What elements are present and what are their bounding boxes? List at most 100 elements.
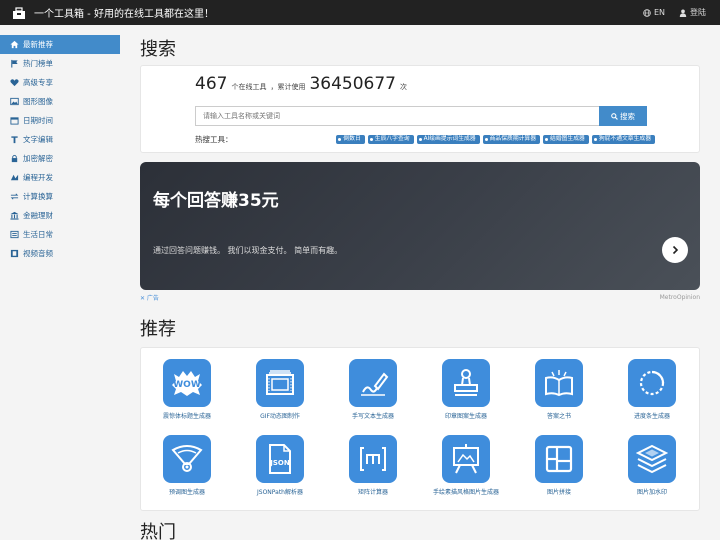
- search-panel: 467 个在线工具 ，累计使用 36450677 次 搜索 热搜工具： 倒数日生…: [140, 65, 700, 153]
- ad-banner[interactable]: 每个回答赚35元 通过回答问题赚钱。 我们以现金支付。 简单而有趣。: [140, 162, 700, 290]
- hot-tag[interactable]: 商品保质期计算器: [482, 135, 541, 144]
- login-link[interactable]: 登陆: [679, 7, 706, 18]
- sidebar-item-label: 计算换算: [23, 192, 53, 201]
- ad-footer: ✕ 广告 MetroOpinion: [140, 291, 700, 303]
- tool-count: 467: [195, 74, 228, 94]
- sidebar-item-label: 最新推荐: [23, 40, 53, 49]
- book-icon[interactable]: [535, 359, 583, 407]
- sidebar-item-label: 加密解密: [23, 154, 53, 163]
- film-frame-icon[interactable]: [256, 359, 304, 407]
- sidebar: 最新推荐热门榜单高级专享图形图像日期时间文字编辑加密解密编程开发计算换算金融理财…: [0, 35, 120, 263]
- ad-arrow-button[interactable]: [662, 237, 688, 263]
- tool-card[interactable]: 手写文本生成器: [327, 359, 419, 420]
- tool-label[interactable]: 预调图生成器: [141, 487, 233, 496]
- sidebar-item-9[interactable]: 计算换算: [0, 187, 120, 206]
- tool-label[interactable]: 印章图案生成器: [420, 411, 512, 420]
- tool-card[interactable]: 矩阵计算器: [327, 435, 419, 496]
- heart-icon: [10, 78, 19, 87]
- text-icon: [10, 135, 19, 144]
- search-button-label: 搜索: [620, 111, 635, 121]
- hot-search-tags: 倒数日 生辰八字查询 AI绘画提示词生成器 商品保质期计算器 结婚图生成器 狗屁不通文章生…: [333, 135, 655, 144]
- tool-card[interactable]: 手绘素描风格图片生成器: [420, 435, 512, 496]
- language-label: EN: [653, 8, 665, 17]
- handwriting-icon[interactable]: [349, 359, 397, 407]
- sidebar-item-4[interactable]: 图形图像: [0, 92, 120, 111]
- sidebar-item-label: 生活日常: [23, 230, 53, 239]
- matrix-icon[interactable]: [349, 435, 397, 483]
- tool-label[interactable]: 图片加水印: [606, 487, 698, 496]
- progress-ring-icon[interactable]: [628, 359, 676, 407]
- tool-card[interactable]: JSON JSONPath解析器: [234, 435, 326, 496]
- sidebar-item-2[interactable]: 热门榜单: [0, 54, 120, 73]
- stamp-icon[interactable]: [442, 359, 490, 407]
- hot-tag[interactable]: 倒数日: [336, 135, 365, 144]
- tool-label[interactable]: 手写文本生成器: [327, 411, 419, 420]
- recommend-section-title: 推荐: [140, 319, 176, 340]
- tool-card[interactable]: WOW 震惊体标题生成器: [141, 359, 233, 420]
- hot-tag[interactable]: 狗屁不通文章生成器: [591, 135, 655, 144]
- sidebar-item-3[interactable]: 高级专享: [0, 73, 120, 92]
- tool-card[interactable]: 预调图生成器: [141, 435, 233, 496]
- json-file-icon[interactable]: JSON: [256, 435, 304, 483]
- tool-label[interactable]: GIF动态图制作: [234, 411, 326, 420]
- tool-label[interactable]: 进度条生成器: [606, 411, 698, 420]
- sidebar-item-1[interactable]: 最新推荐: [0, 35, 120, 54]
- sidebar-item-label: 金融理财: [23, 211, 53, 220]
- ad-brand[interactable]: MetroOpinion: [660, 294, 700, 301]
- hot-tag[interactable]: 结婚图生成器: [543, 135, 589, 144]
- code-icon: [10, 173, 19, 182]
- search-button[interactable]: 搜索: [599, 106, 647, 126]
- tool-card[interactable]: 图片加水印: [606, 435, 698, 496]
- language-link[interactable]: EN: [643, 8, 665, 17]
- user-icon: [679, 9, 687, 17]
- sidebar-item-6[interactable]: 文字编辑: [0, 130, 120, 149]
- site-title[interactable]: 一个工具箱 - 好用的在线工具都在这里！: [34, 5, 214, 20]
- fan-icon[interactable]: [163, 435, 211, 483]
- list-icon: [10, 230, 19, 239]
- usage-suffix: 次: [399, 83, 407, 91]
- sidebar-item-10[interactable]: 金融理财: [0, 206, 120, 225]
- sidebar-item-12[interactable]: 视频音频: [0, 244, 120, 263]
- svg-text:JSON: JSON: [269, 459, 290, 467]
- search-input[interactable]: [195, 106, 599, 126]
- grid-icon[interactable]: [535, 435, 583, 483]
- ad-choice-label[interactable]: ✕ 广告: [140, 293, 159, 302]
- sidebar-item-7[interactable]: 加密解密: [0, 149, 120, 168]
- easel-icon[interactable]: [442, 435, 490, 483]
- lock-icon: [10, 154, 19, 163]
- tool-label[interactable]: 答案之书: [513, 411, 605, 420]
- layers-icon[interactable]: [628, 435, 676, 483]
- sidebar-item-label: 图形图像: [23, 97, 53, 106]
- sidebar-item-label: 高级专享: [23, 78, 53, 87]
- sidebar-item-11[interactable]: 生活日常: [0, 225, 120, 244]
- tool-label[interactable]: JSONPath解析器: [234, 487, 326, 496]
- sidebar-item-label: 文字编辑: [23, 135, 53, 144]
- tool-card[interactable]: 答案之书: [513, 359, 605, 420]
- tool-card[interactable]: GIF动态图制作: [234, 359, 326, 420]
- tool-label[interactable]: 手绘素描风格图片生成器: [420, 487, 512, 496]
- main-content: 搜索 467 个在线工具 ，累计使用 36450677 次 搜索 热搜工具： 倒…: [140, 36, 700, 511]
- tool-card[interactable]: 印章图案生成器: [420, 359, 512, 420]
- home-icon: [10, 40, 19, 49]
- usage-count: 36450677: [309, 74, 396, 94]
- image-icon: [10, 97, 19, 106]
- wow-icon[interactable]: WOW: [163, 359, 211, 407]
- ad-title: 每个回答赚35元: [153, 191, 279, 211]
- chevron-right-icon: [672, 245, 679, 255]
- top-navbar: 一个工具箱 - 好用的在线工具都在这里！ EN 登陆: [0, 0, 720, 25]
- sidebar-item-5[interactable]: 日期时间: [0, 111, 120, 130]
- tool-card[interactable]: 图片拼接: [513, 435, 605, 496]
- hot-tag[interactable]: AI绘画提示词生成器: [416, 135, 480, 144]
- sidebar-item-8[interactable]: 编程开发: [0, 168, 120, 187]
- flag-icon: [10, 59, 19, 68]
- hot-tag[interactable]: 生辰八字查询: [367, 135, 414, 144]
- tool-label[interactable]: 矩阵计算器: [327, 487, 419, 496]
- sidebar-item-label: 视频音频: [23, 249, 53, 258]
- ad-subtitle: 通过回答问题赚钱。 我们以现金支付。 简单而有趣。: [153, 246, 343, 255]
- hot-search-label: 热搜工具：: [195, 135, 233, 144]
- tool-label[interactable]: 图片拼接: [513, 487, 605, 496]
- tool-label[interactable]: 震惊体标题生成器: [141, 411, 233, 420]
- tool-card[interactable]: 进度条生成器: [606, 359, 698, 420]
- calendar-icon: [10, 116, 19, 125]
- toolbox-logo-icon[interactable]: [12, 6, 26, 20]
